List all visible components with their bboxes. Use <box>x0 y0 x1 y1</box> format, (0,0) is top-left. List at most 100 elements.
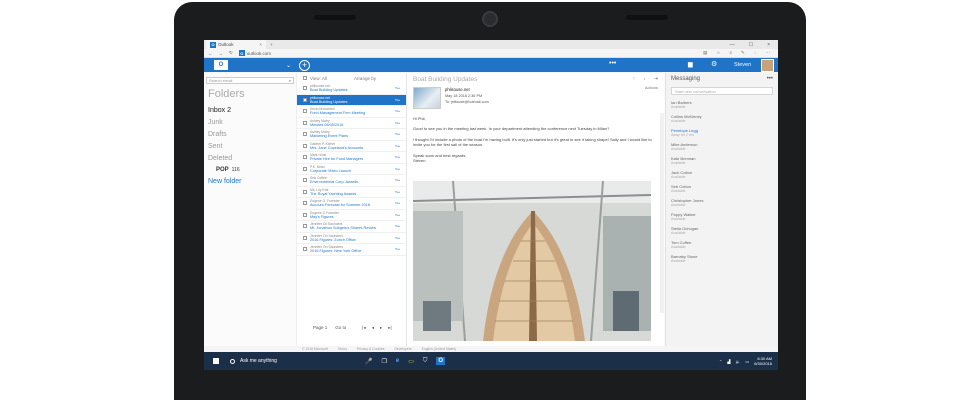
table-row[interactable]: Jennifer On Saunders 2016 Figures: New Yo… <box>297 244 406 256</box>
reading-view-icon[interactable]: ▤ <box>703 50 707 56</box>
row-checkbox[interactable] <box>303 97 307 102</box>
row-checkbox[interactable] <box>303 86 307 91</box>
maximize-icon[interactable]: ☐ <box>749 42 753 48</box>
privacy-link[interactable]: Privacy & Cookies <box>357 347 385 351</box>
table-row[interactable]: Mark Holst Private Hire for Fund Managers… <box>297 152 406 164</box>
more-options-icon[interactable]: ••• <box>609 60 616 67</box>
row-checkbox[interactable] <box>303 155 307 160</box>
close-window-icon[interactable]: × <box>767 42 770 48</box>
row-checkbox[interactable] <box>303 143 307 148</box>
folder-deleted[interactable]: Deleted <box>208 155 294 162</box>
search-icon[interactable]: ⌕ <box>289 78 291 83</box>
avatar[interactable] <box>761 59 774 72</box>
next-message-icon[interactable]: ↓ <box>643 76 646 82</box>
conversation-search-input[interactable]: Start new conversation <box>671 87 773 95</box>
folder-junk[interactable]: Junk <box>208 119 294 126</box>
microphone-icon[interactable]: 🎤 <box>365 358 372 365</box>
more-icon[interactable]: ⋯ <box>766 50 771 56</box>
table-row[interactable]: Gabriel P. Kiehel Mrs. Jane Copeland's Ac… <box>297 141 406 152</box>
row-checkbox[interactable] <box>303 224 307 229</box>
forward-icon[interactable]: → <box>219 51 224 56</box>
minimize-icon[interactable]: — <box>730 42 735 48</box>
table-row[interactable]: Jennifer Dil Saunders Mr. Jonathon Sobgel… <box>297 221 406 233</box>
cortana-search[interactable]: Ask me anything <box>230 358 355 364</box>
list-item[interactable]: Collins McKinney Available <box>671 114 773 123</box>
list-item[interactable]: Mike Anderson Available <box>671 142 773 151</box>
row-checkbox[interactable] <box>303 178 307 183</box>
table-row[interactable]: Eugene O Forester May's Figures Tue <box>297 210 406 221</box>
new-message-button[interactable]: + <box>299 59 311 71</box>
list-item[interactable]: Tom Coffee Available <box>671 240 773 249</box>
note-icon[interactable]: ✎ <box>741 50 745 56</box>
list-item[interactable]: Penelope Legg Away for 2 hrs <box>671 128 773 137</box>
first-page-icon[interactable]: |◂ <box>362 325 365 331</box>
folder-pop[interactable]: POP 116 <box>216 167 294 173</box>
table-row[interactable]: Kevin Mohamed Fund Management Firm Meetin… <box>297 106 406 118</box>
popout-icon[interactable]: ⇥ <box>654 76 658 82</box>
next-page-icon[interactable]: ▸ <box>380 325 382 331</box>
table-row[interactable]: Seb Coffee Environmental Corp. Awards Tue <box>297 175 406 187</box>
edge-icon[interactable]: e <box>396 358 399 364</box>
hub-icon[interactable]: ≡ <box>729 50 732 56</box>
app-launcher-chevron-icon[interactable]: ⌄ <box>286 62 291 69</box>
list-item[interactable]: Ian Barbers Available <box>671 100 773 109</box>
back-icon[interactable]: ← <box>208 51 213 56</box>
user-name[interactable]: Steven <box>734 62 751 68</box>
tab-close-icon[interactable]: × <box>259 42 262 47</box>
actions-menu[interactable]: Actions <box>645 85 658 90</box>
row-checkbox[interactable] <box>303 166 307 171</box>
prev-page-icon[interactable]: ◂ <box>372 325 374 331</box>
start-button[interactable] <box>208 358 224 364</box>
notification-icon[interactable]: ▭ <box>745 359 749 364</box>
list-item[interactable]: Jack Cotton Available <box>671 170 773 179</box>
outlook-taskbar-icon[interactable]: O <box>436 357 446 365</box>
list-item[interactable]: Kate Brennan Available <box>671 156 773 165</box>
last-page-icon[interactable]: ▸| <box>388 325 391 331</box>
table-row[interactable]: P.K. Nilan Corporate Video Launch Tue <box>297 164 406 175</box>
table-row[interactable]: Ashley Matry Minutes 06/05/2016 Tue <box>297 118 406 129</box>
browser-tab[interactable]: O Outlook × <box>206 40 266 49</box>
list-item[interactable]: Stella Ochogan Available <box>671 226 773 235</box>
row-checkbox[interactable] <box>303 132 307 137</box>
table-row[interactable]: phlisouse.net Boat Building Updates Tue <box>297 83 406 95</box>
outlook-logo-icon[interactable]: O <box>214 60 228 70</box>
file-explorer-icon[interactable]: ▭ <box>408 358 414 365</box>
volume-icon[interactable]: 🔈 <box>735 359 740 364</box>
language-link[interactable]: English (United States) <box>422 347 457 351</box>
list-item[interactable]: Poppy Walker Available <box>671 212 773 221</box>
table-row[interactable]: Ms. Lily Ede The Royal Yachting Awards Tue <box>297 187 406 198</box>
view-filter[interactable]: View: All <box>310 76 327 81</box>
previous-message-icon[interactable]: ↑ <box>633 76 636 82</box>
messaging-more-icon[interactable]: ••• <box>767 76 773 82</box>
share-icon[interactable]: ◌ <box>754 50 757 56</box>
row-checkbox[interactable] <box>303 109 307 114</box>
table-row[interactable]: phlisouse.net Boat Building Updates Tue <box>297 94 406 106</box>
favorite-star-icon[interactable]: ☆ <box>716 50 720 56</box>
row-checkbox[interactable] <box>303 247 307 252</box>
select-all-checkbox[interactable] <box>303 76 307 80</box>
pager-goto[interactable]: Go to <box>335 325 346 330</box>
row-checkbox[interactable] <box>303 120 307 125</box>
chat-icon[interactable]: ▆ <box>688 61 693 68</box>
row-checkbox[interactable] <box>303 201 307 206</box>
folder-inbox[interactable]: Inbox 2 <box>208 107 294 114</box>
store-icon[interactable]: ⛉ <box>423 358 428 365</box>
new-tab-icon[interactable]: + <box>270 42 273 47</box>
arrange-by[interactable]: Arrange by <box>354 76 376 81</box>
refresh-icon[interactable]: ↻ <box>229 50 233 56</box>
table-row[interactable]: Jennifer On Saunders 2016 Figures: Zurich… <box>297 233 406 244</box>
reading-scrollbar[interactable] <box>660 113 664 313</box>
terms-link[interactable]: Terms <box>338 347 347 351</box>
folder-sent[interactable]: Sent <box>208 143 294 150</box>
table-row[interactable]: Ashley Matry Marketing Event Plans Tue <box>297 129 406 141</box>
row-checkbox[interactable] <box>303 212 307 217</box>
task-view-icon[interactable]: ❐ <box>381 358 386 365</box>
network-icon[interactable]: ▟ <box>727 359 730 364</box>
new-folder-link[interactable]: New folder <box>208 178 294 185</box>
clock[interactable]: 6:30 AM 6/30/2016 <box>754 356 772 366</box>
list-item[interactable]: Barnaby Stone Available <box>671 254 773 263</box>
search-input[interactable]: Search email ⌕ <box>206 77 294 84</box>
row-checkbox[interactable] <box>303 235 307 240</box>
table-row[interactable]: Eugene D. Forester Account Forecast for S… <box>297 198 406 210</box>
developers-link[interactable]: Developers <box>394 347 411 351</box>
